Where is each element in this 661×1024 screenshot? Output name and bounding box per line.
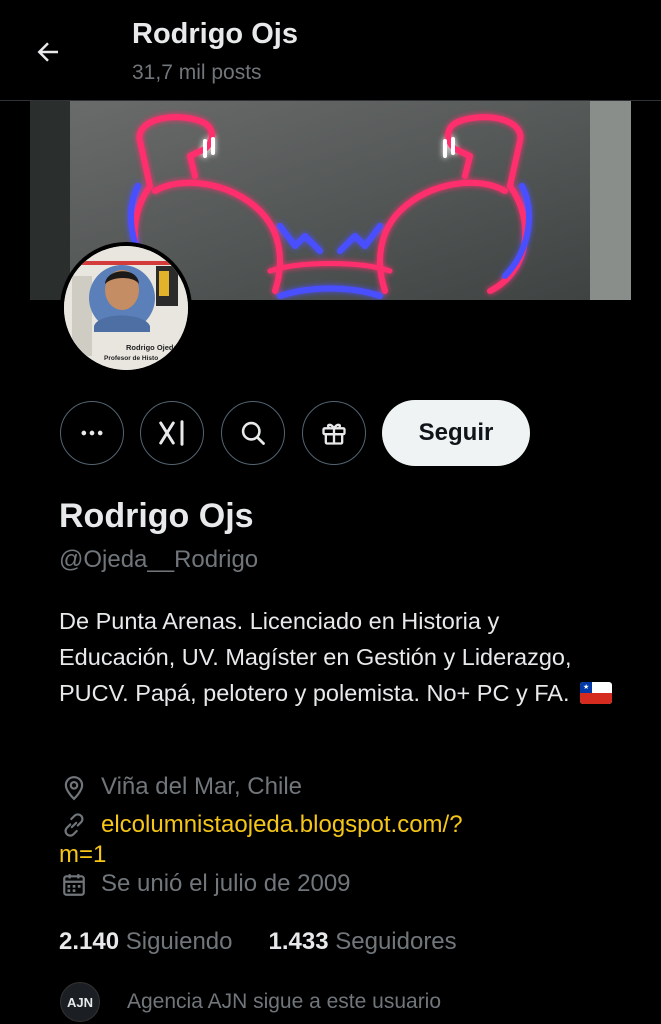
search-icon bbox=[241, 421, 265, 445]
followers-count: 1.433 bbox=[268, 928, 329, 955]
more-icon bbox=[81, 430, 103, 436]
profile-handle: @Ojeda__Rodrigo bbox=[59, 546, 259, 573]
bio-text: De Punta Arenas. Licenciado en Historia … bbox=[59, 608, 572, 706]
profile-avatar[interactable]: Rodrigo Ojeda Profesor de Histo bbox=[60, 242, 192, 374]
website-link[interactable]: elcolumnistaojeda.blogspot.com/? m=1 bbox=[59, 810, 463, 870]
gift-button[interactable] bbox=[302, 401, 366, 465]
profile-bio: De Punta Arenas. Licenciado en Historia … bbox=[59, 603, 619, 711]
chile-flag-icon: ★ bbox=[580, 682, 613, 704]
avatar-portrait-image: Rodrigo Ojeda Profesor de Histo bbox=[64, 246, 188, 370]
follow-stats: 2.140 Siguiendo 1.433 Seguidores bbox=[59, 928, 457, 956]
avatar-caption-role: Profesor de Histo bbox=[104, 355, 158, 362]
more-options-button[interactable] bbox=[60, 401, 124, 465]
grok-icon bbox=[159, 420, 184, 446]
followed-by-row[interactable]: AJN Agencia AJN sigue a este usuario bbox=[60, 982, 441, 1022]
website-row: elcolumnistaojeda.blogspot.com/? m=1 bbox=[59, 810, 463, 870]
location-pin-icon bbox=[59, 773, 89, 803]
following-label: Siguiendo bbox=[125, 928, 233, 955]
followers-label: Seguidores bbox=[335, 928, 457, 955]
location-row: Viña del Mar, Chile bbox=[59, 773, 302, 803]
website-link-line1: elcolumnistaojeda.blogspot.com/? bbox=[101, 811, 463, 838]
joined-row: Se unió el julio de 2009 bbox=[59, 870, 351, 900]
gift-icon bbox=[322, 423, 346, 445]
grok-button[interactable] bbox=[140, 401, 204, 465]
follower-avatar: AJN bbox=[60, 982, 100, 1022]
avatar-caption-name: Rodrigo Ojeda bbox=[126, 343, 178, 352]
calendar-icon bbox=[59, 870, 89, 900]
followed-by-text: Agencia AJN sigue a este usuario bbox=[127, 990, 442, 1013]
top-bar: Rodrigo Ojs 31,7 mil posts bbox=[0, 0, 661, 101]
following-link[interactable]: 2.140 Siguiendo bbox=[59, 928, 233, 956]
location-text: Viña del Mar, Chile bbox=[101, 773, 302, 800]
search-posts-button[interactable] bbox=[221, 401, 285, 465]
follow-button[interactable]: Seguir bbox=[382, 400, 530, 466]
joined-text: Se unió el julio de 2009 bbox=[101, 870, 351, 897]
website-link-line2: m=1 bbox=[59, 841, 107, 868]
posts-count: 31,7 mil posts bbox=[132, 61, 262, 84]
arrow-left-icon bbox=[37, 42, 58, 62]
avatar-photo: Rodrigo Ojeda Profesor de Histo bbox=[64, 246, 188, 370]
header-title: Rodrigo Ojs bbox=[132, 18, 298, 50]
following-count: 2.140 bbox=[59, 928, 120, 955]
back-button[interactable] bbox=[24, 28, 72, 76]
profile-name: Rodrigo Ojs bbox=[59, 497, 254, 535]
followers-link[interactable]: 1.433 Seguidores bbox=[269, 928, 457, 956]
